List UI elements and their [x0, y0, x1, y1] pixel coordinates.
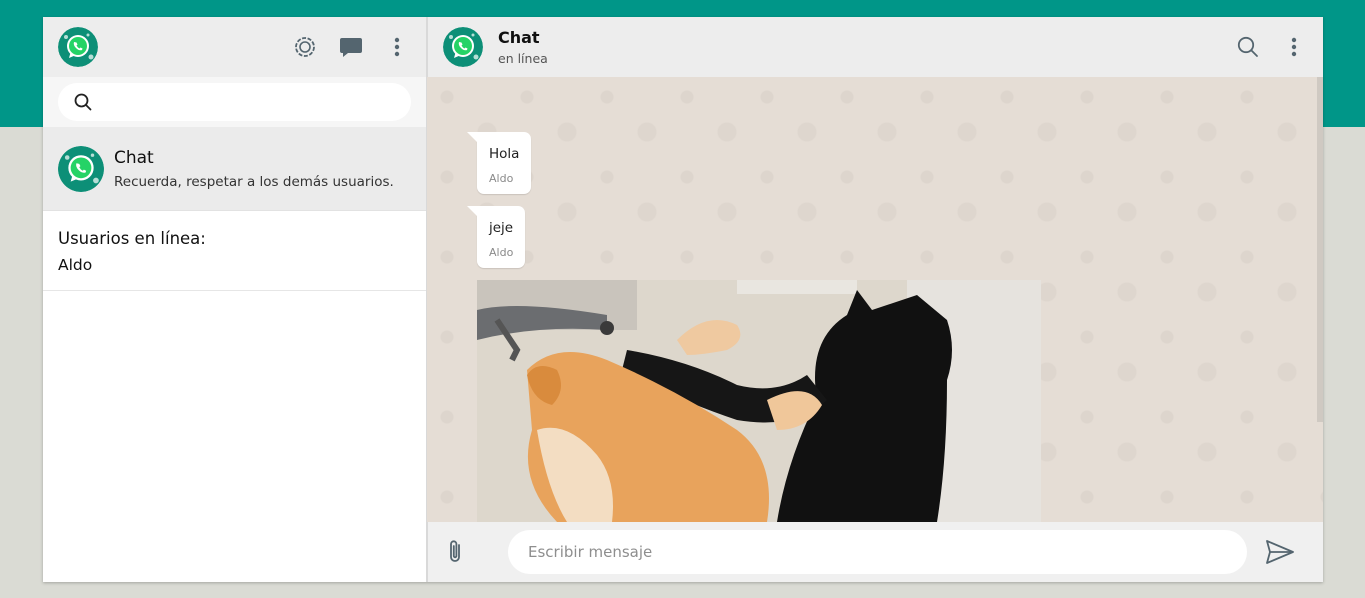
sidebar-menu-button[interactable] — [382, 32, 412, 62]
chat-header-info[interactable]: Chat en línea — [498, 28, 548, 66]
chat-panel: Chat en línea Hola Aldo jeje Aldo Escrib… — [427, 17, 1323, 582]
send-button[interactable] — [1265, 539, 1295, 565]
chat-status: en línea — [498, 51, 548, 66]
new-chat-icon — [340, 38, 362, 57]
whatsapp-logo-icon — [443, 27, 483, 67]
scrollbar[interactable] — [1317, 77, 1323, 422]
paperclip-icon — [450, 540, 460, 562]
chat-menu-button[interactable] — [1279, 32, 1309, 62]
chat-list-item[interactable]: Chat Recuerda, respetar a los demás usua… — [43, 127, 426, 211]
whatsapp-logo-icon — [58, 145, 104, 192]
search-icon — [74, 93, 92, 111]
chat-preview: Recuerda, respetar a los demás usuarios. — [114, 173, 394, 190]
message-author: Aldo — [489, 172, 514, 185]
message-author: Aldo — [489, 246, 514, 259]
chat-title: Chat — [498, 28, 540, 47]
message-bubble: jeje Aldo — [466, 206, 526, 268]
search-input[interactable] — [104, 93, 411, 111]
message-composer — [427, 522, 1323, 582]
chat-info: Chat Recuerda, respetar a los demás usua… — [114, 148, 394, 190]
status-button[interactable] — [290, 32, 320, 62]
sidebar: Chat Recuerda, respetar a los demás usua… — [43, 17, 427, 582]
message-bubble: Hola Aldo — [466, 132, 532, 194]
message-text: Hola — [489, 146, 520, 162]
chat-header: Chat en línea — [427, 17, 1323, 77]
search-area — [43, 77, 426, 127]
send-icon — [1266, 540, 1294, 564]
online-users-title: Usuarios en línea: — [58, 229, 206, 248]
whatsapp-logo-icon — [58, 27, 98, 67]
profile-avatar[interactable] — [58, 27, 98, 67]
new-chat-button[interactable] — [336, 32, 366, 62]
message-text: jeje — [489, 220, 514, 236]
online-users-panel: Usuarios en línea: Aldo — [43, 211, 426, 291]
online-user: Aldo — [58, 256, 93, 274]
chat-avatar — [58, 145, 104, 192]
chat-search-button[interactable] — [1233, 32, 1263, 62]
sidebar-header — [43, 17, 426, 77]
app-window: Chat Recuerda, respetar a los demás usua… — [43, 17, 1323, 582]
chat-name: Chat — [114, 147, 154, 168]
search-box — [58, 83, 411, 121]
image-message[interactable] — [477, 280, 1041, 522]
chat-header-avatar[interactable] — [443, 27, 483, 67]
message-input[interactable] — [508, 530, 1247, 574]
menu-dots-icon — [394, 37, 400, 57]
status-icon — [295, 37, 315, 57]
attach-button[interactable] — [446, 539, 466, 565]
message-list[interactable]: Hola Aldo jeje Aldo — [427, 77, 1323, 522]
cats-fighting-image — [477, 280, 1041, 522]
search-icon — [1237, 36, 1258, 57]
menu-dots-icon — [1291, 37, 1297, 57]
